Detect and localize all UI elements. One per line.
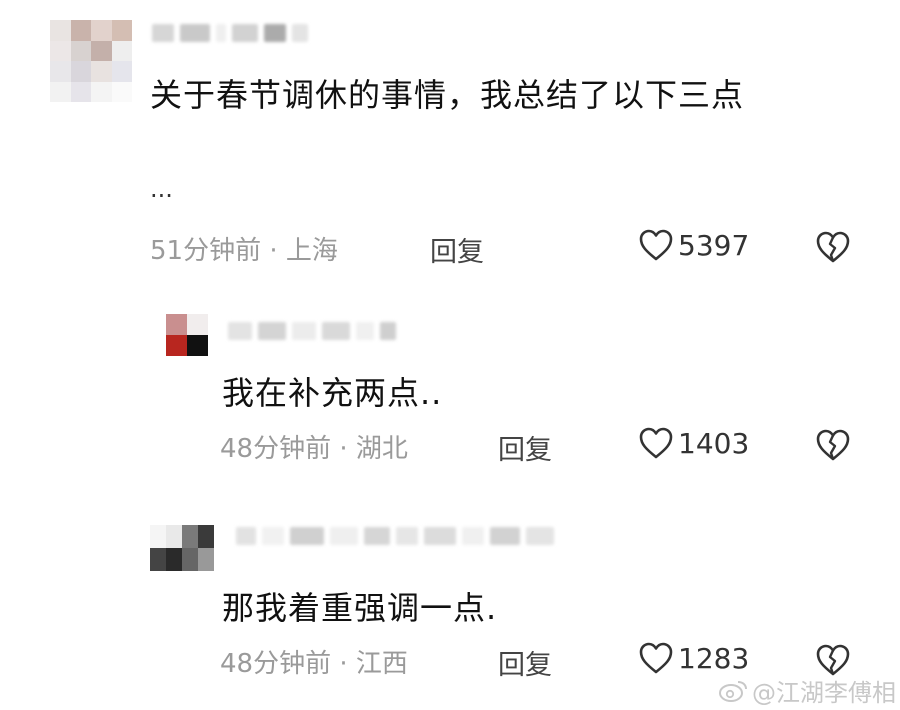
comment-ellipsis: ... (150, 175, 173, 203)
dislike-button[interactable] (815, 428, 851, 466)
reply-comment-item: 我在补充两点.. 48分钟前 · 湖北 回复 1403 (0, 300, 900, 500)
like-count: 1283 (678, 641, 750, 675)
reply-button[interactable]: 回复 (498, 643, 552, 682)
weibo-logo-icon (719, 680, 747, 702)
heart-outline-icon (639, 427, 673, 459)
avatar[interactable] (50, 20, 132, 102)
comment-meta: 48分钟前 · 江西 (220, 649, 408, 679)
watermark: @江湖李傅相 (718, 673, 896, 708)
avatar[interactable] (150, 525, 214, 571)
heart-outline-icon (639, 642, 673, 674)
avatar[interactable] (166, 314, 208, 356)
username-blurred[interactable] (228, 322, 396, 340)
dislike-button[interactable] (815, 230, 851, 268)
comment-meta: 48分钟前 · 湖北 (220, 434, 408, 464)
broken-heart-icon (816, 644, 850, 676)
broken-heart-icon (816, 429, 850, 461)
heart-outline-icon (639, 229, 673, 261)
reply-button[interactable]: 回复 (498, 428, 552, 467)
like-count: 5397 (678, 228, 750, 262)
broken-heart-icon (816, 231, 850, 263)
reply-button[interactable]: 回复 (430, 230, 484, 269)
like-count: 1403 (678, 426, 750, 460)
like-button[interactable]: 1283 (638, 641, 749, 675)
comment-text: 那我着重强调一点. (222, 589, 498, 627)
watermark-text: @江湖李傅相 (752, 679, 896, 707)
like-button[interactable]: 5397 (638, 228, 749, 262)
username-blurred[interactable] (152, 24, 308, 42)
comment-text: 关于春节调休的事情，我总结了以下三点 (150, 76, 745, 114)
username-blurred[interactable] (236, 527, 554, 545)
like-button[interactable]: 1403 (638, 426, 749, 460)
comment-text: 我在补充两点.. (222, 374, 443, 412)
comment-item: 关于春节调休的事情，我总结了以下三点 ... 51分钟前 · 上海 回复 539… (0, 0, 900, 300)
comment-meta: 51分钟前 · 上海 (150, 236, 338, 266)
